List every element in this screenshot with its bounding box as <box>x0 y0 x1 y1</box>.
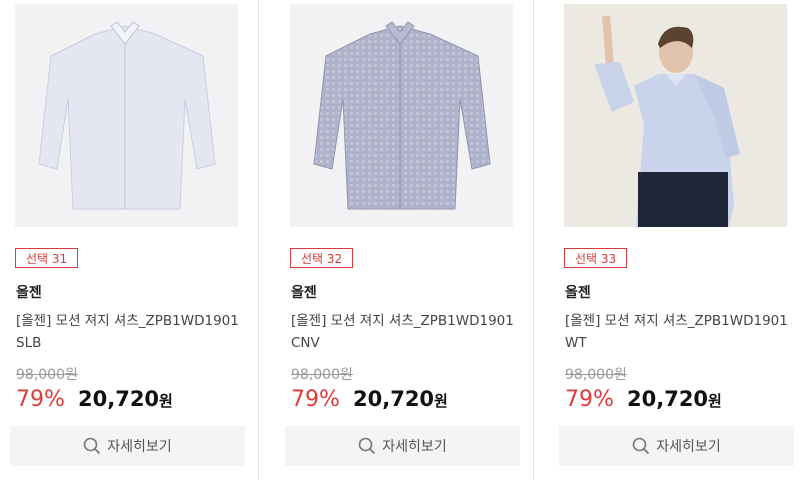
original-price: 98,000원 <box>291 367 353 383</box>
column-divider <box>258 0 259 480</box>
column-divider <box>533 0 534 480</box>
product-title[interactable]: [올젠] 모션 져지 셔츠_ZPB1WD1901CNV <box>291 310 519 354</box>
selection-badge: 선택 31 <box>15 248 79 268</box>
view-details-button[interactable]: 자세히보기 <box>559 426 794 466</box>
brand-name: 올젠 <box>16 285 42 301</box>
view-details-label: 자세히보기 <box>107 439 172 455</box>
shirt-image <box>15 4 238 227</box>
original-price: 98,000원 <box>16 367 78 383</box>
product-image[interactable] <box>564 4 787 227</box>
product-title[interactable]: [올젠] 모션 져지 셔츠_ZPB1WD1901SLB <box>16 310 244 354</box>
price-row: 79% 20,720원 <box>565 387 722 412</box>
view-details-label: 자세히보기 <box>382 439 447 455</box>
product-image[interactable] <box>290 4 513 227</box>
currency-unit: 원 <box>159 392 173 410</box>
product-card[interactable]: 선택 33 올젠 [올젠] 모션 져지 셔츠_ZPB1WD1901WT 98,0… <box>559 0 802 480</box>
model-photo <box>564 4 787 227</box>
brand-name: 올젠 <box>565 285 591 301</box>
currency-unit: 원 <box>708 392 722 410</box>
selection-badge: 선택 33 <box>564 248 628 268</box>
product-card[interactable]: 선택 32 올젠 [올젠] 모션 져지 셔츠_ZPB1WD1901CNV 98,… <box>285 0 533 480</box>
sale-price: 20,720 <box>353 387 435 411</box>
discount-rate: 79% <box>291 387 340 412</box>
search-icon <box>83 437 101 455</box>
view-details-button[interactable]: 자세히보기 <box>285 426 520 466</box>
view-details-button[interactable]: 자세히보기 <box>10 426 245 466</box>
selection-badge: 선택 32 <box>290 248 354 268</box>
product-card[interactable]: 선택 31 올젠 [올젠] 모션 져지 셔츠_ZPB1WD1901SLB 98,… <box>10 0 258 480</box>
shirt-image <box>290 4 513 227</box>
original-price: 98,000원 <box>565 367 627 383</box>
search-icon <box>358 437 376 455</box>
product-title[interactable]: [올젠] 모션 져지 셔츠_ZPB1WD1901WT <box>565 310 793 354</box>
price-row: 79% 20,720원 <box>291 387 448 412</box>
view-details-label: 자세히보기 <box>656 439 721 455</box>
discount-rate: 79% <box>16 387 65 412</box>
brand-name: 올젠 <box>291 285 317 301</box>
search-icon <box>632 437 650 455</box>
currency-unit: 원 <box>434 392 448 410</box>
sale-price: 20,720 <box>627 387 709 411</box>
discount-rate: 79% <box>565 387 614 412</box>
product-image[interactable] <box>15 4 238 227</box>
price-row: 79% 20,720원 <box>16 387 173 412</box>
sale-price: 20,720 <box>78 387 160 411</box>
